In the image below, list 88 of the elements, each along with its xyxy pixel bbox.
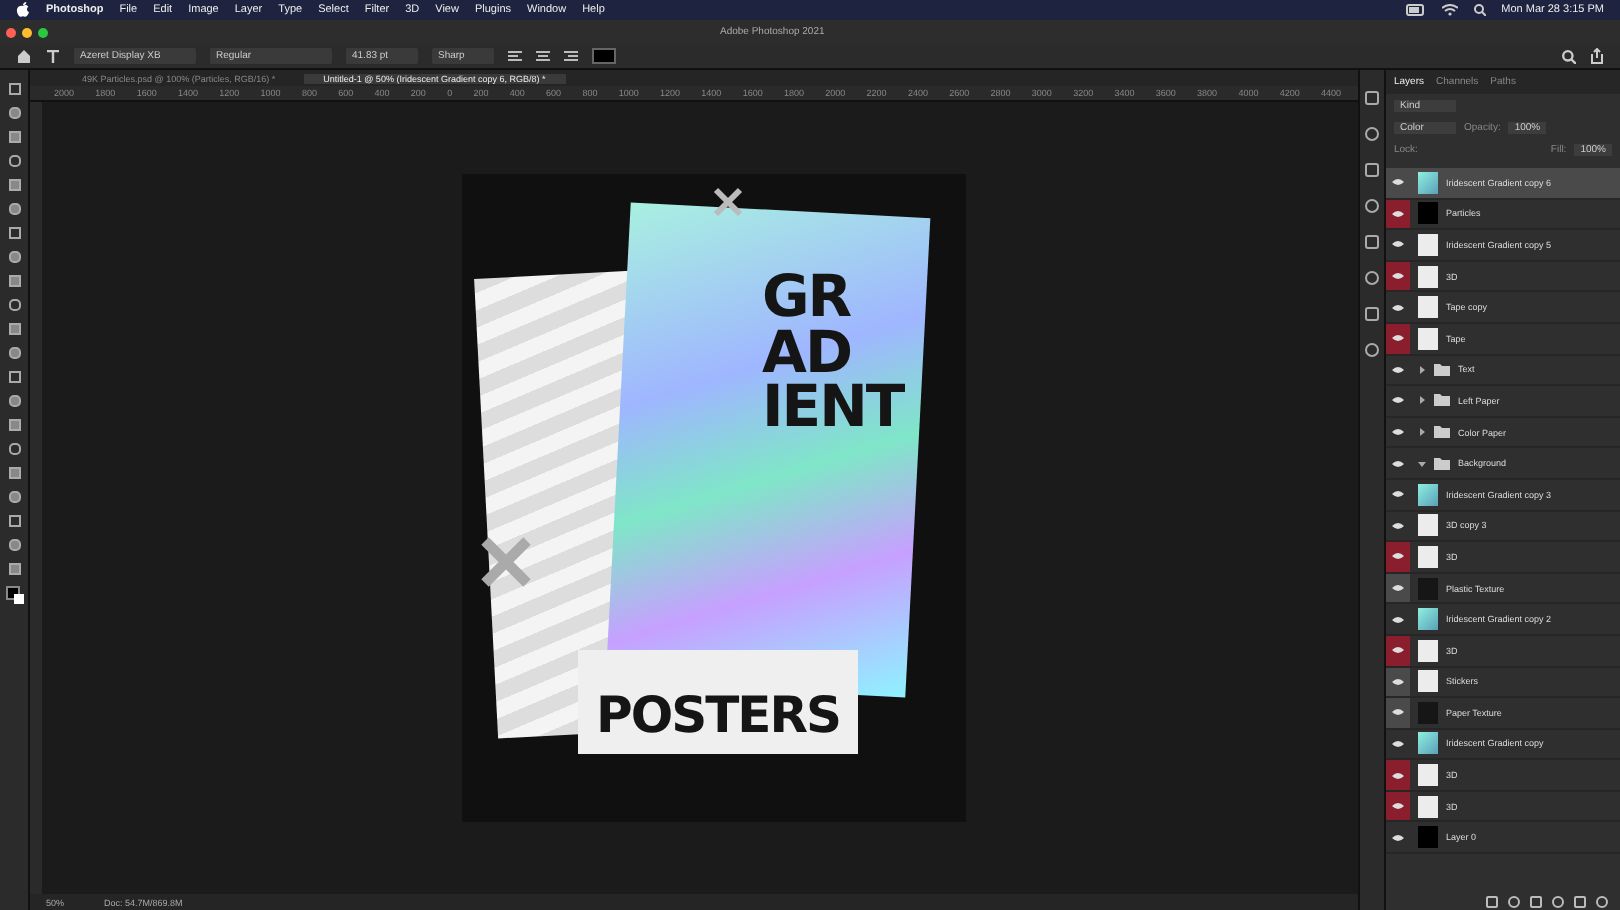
layer-thumbnail xyxy=(1418,732,1438,755)
align-center-icon[interactable] xyxy=(536,49,550,63)
folder-icon xyxy=(1434,457,1450,470)
minimize-button[interactable] xyxy=(22,27,32,37)
share-icon[interactable] xyxy=(1590,48,1604,64)
panel-icon[interactable] xyxy=(1364,270,1380,286)
layer-thumbnail xyxy=(1418,265,1438,288)
eye-icon[interactable] xyxy=(1392,708,1404,717)
panel-icon[interactable] xyxy=(1364,162,1380,178)
eye-icon[interactable] xyxy=(1392,615,1404,624)
eye-icon[interactable] xyxy=(1392,646,1404,655)
layer-thumbnail xyxy=(1418,608,1438,631)
panel-icon[interactable] xyxy=(1364,306,1380,322)
layer-thumbnail xyxy=(1418,701,1438,724)
align-right-icon[interactable] xyxy=(564,49,578,63)
eye-icon[interactable] xyxy=(1392,209,1404,218)
panel-icon[interactable] xyxy=(1364,342,1380,358)
eye-icon[interactable] xyxy=(1392,833,1404,842)
layer-thumbnail xyxy=(1418,327,1438,350)
visibility-toggle[interactable] xyxy=(1386,573,1410,603)
eye-icon[interactable] xyxy=(1392,365,1404,374)
eye-icon[interactable] xyxy=(1392,521,1404,530)
battery-icon[interactable] xyxy=(1405,4,1426,16)
caret-icon[interactable] xyxy=(1418,459,1426,468)
caret-icon[interactable] xyxy=(1418,396,1426,405)
poster-title-line: AD xyxy=(762,325,852,381)
text-color-swatch[interactable] xyxy=(592,48,616,64)
search-icon[interactable] xyxy=(1473,4,1486,16)
close-button[interactable] xyxy=(6,27,16,37)
visibility-toggle[interactable] xyxy=(1386,199,1410,229)
layer-thumbnail xyxy=(1418,514,1438,537)
visibility-toggle[interactable] xyxy=(1386,760,1410,790)
apple-logo-icon[interactable] xyxy=(16,2,30,18)
visibility-toggle[interactable] xyxy=(1386,261,1410,291)
eye-icon[interactable] xyxy=(1392,677,1404,686)
eye-icon[interactable] xyxy=(1392,490,1404,499)
cross-sticker-icon xyxy=(478,534,534,590)
eye-icon[interactable] xyxy=(1392,428,1404,437)
folder-icon xyxy=(1434,394,1450,407)
visibility-toggle[interactable] xyxy=(1386,667,1410,697)
eye-icon[interactable] xyxy=(1392,552,1404,561)
eye-icon[interactable] xyxy=(1392,459,1404,468)
layer-thumbnail xyxy=(1418,296,1438,319)
eye-icon[interactable] xyxy=(1392,272,1404,281)
eye-icon[interactable] xyxy=(1392,303,1404,312)
layer-thumbnail xyxy=(1418,202,1438,225)
cross-sticker-icon xyxy=(712,186,744,218)
eye-icon[interactable] xyxy=(1392,802,1404,811)
poster-footer-text: POSTERS xyxy=(596,686,840,744)
layer-thumbnail xyxy=(1418,545,1438,568)
align-left-icon[interactable] xyxy=(508,49,522,63)
poster-title-line: IENT xyxy=(762,380,904,436)
color-swatches[interactable] xyxy=(5,586,23,604)
visibility-toggle[interactable] xyxy=(1386,542,1410,572)
eye-icon[interactable] xyxy=(1392,178,1404,187)
type-tool-icon[interactable] xyxy=(46,49,60,63)
search-icon[interactable] xyxy=(1562,49,1576,63)
layer-thumbnail xyxy=(1418,233,1438,256)
eye-icon[interactable] xyxy=(1392,396,1404,405)
eye-icon[interactable] xyxy=(1392,771,1404,780)
visibility-toggle[interactable] xyxy=(1386,323,1410,354)
eye-icon[interactable] xyxy=(1392,334,1404,343)
layer-thumbnail xyxy=(1418,483,1438,506)
panel-icon[interactable] xyxy=(1364,126,1380,142)
panel-icon[interactable] xyxy=(1364,90,1380,106)
folder-icon xyxy=(1434,426,1450,439)
visibility-toggle[interactable] xyxy=(1386,698,1410,728)
layer-thumbnail xyxy=(1418,577,1438,600)
visibility-toggle[interactable] xyxy=(1386,635,1410,665)
poster-title-line: GR xyxy=(762,270,853,326)
panel-icon[interactable] xyxy=(1364,234,1380,250)
layer-thumbnail xyxy=(1418,764,1438,787)
caret-icon[interactable] xyxy=(1418,428,1426,437)
caret-icon[interactable] xyxy=(1418,365,1426,374)
home-icon[interactable] xyxy=(16,48,32,64)
wifi-icon[interactable] xyxy=(1441,4,1458,16)
layer-thumbnail xyxy=(1418,639,1438,662)
layer-thumbnail xyxy=(1418,826,1438,849)
zoom-button[interactable] xyxy=(38,27,48,37)
layer-thumbnail xyxy=(1418,795,1438,818)
eye-icon[interactable] xyxy=(1392,584,1404,593)
layer-thumbnail xyxy=(1418,670,1438,693)
layer-thumbnail xyxy=(1418,171,1438,194)
eye-icon[interactable] xyxy=(1392,240,1404,249)
panel-icon[interactable] xyxy=(1364,198,1380,214)
folder-icon xyxy=(1434,363,1450,376)
visibility-toggle[interactable] xyxy=(1386,791,1410,821)
eye-icon[interactable] xyxy=(1392,739,1404,748)
